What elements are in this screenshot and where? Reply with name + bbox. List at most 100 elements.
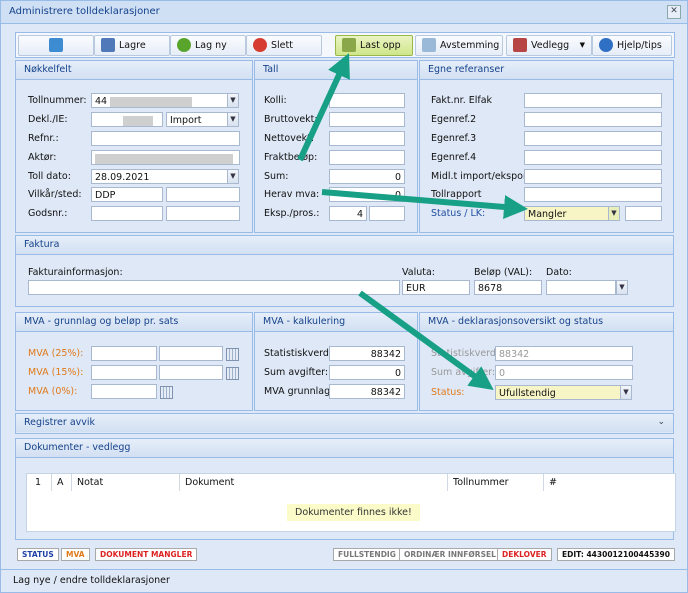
tolldato-dropdown-icon[interactable]: ▼ — [227, 169, 239, 184]
frakt-input[interactable] — [329, 150, 405, 165]
mva25-label: MVA (25%): — [28, 348, 84, 359]
vilkar-input[interactable]: DDP — [91, 187, 163, 202]
panel-nokkelfelt: Nøkkelfelt Tollnummer: 44 ▼ Dekl./IE: Im… — [15, 60, 253, 233]
mva0-grunnlag-input[interactable] — [91, 384, 157, 399]
netto-label: Nettovekt: — [264, 133, 315, 144]
fakt-input[interactable] — [524, 93, 662, 108]
mva-label: Herav mva: — [264, 189, 320, 200]
column-header[interactable]: A — [57, 474, 64, 491]
valuta-input[interactable]: EUR — [402, 280, 470, 295]
new-button[interactable]: Lag ny — [170, 35, 246, 56]
panel-title: Faktura — [16, 236, 673, 255]
lk-input[interactable] — [625, 206, 662, 221]
dato-input[interactable] — [546, 280, 616, 295]
panel-mva-deklarasjon: MVA - deklarasjonsoversikt og status Sta… — [419, 312, 674, 411]
aktor-input[interactable] — [91, 150, 240, 165]
mva0-label: MVA (0%): — [28, 386, 78, 397]
tollnummer-dropdown-icon[interactable]: ▼ — [227, 93, 239, 108]
status-lk-dropdown-icon[interactable]: ▼ — [608, 206, 620, 221]
toolbar: Lagre Lag ny Slett Last opp Avstemming V… — [15, 32, 675, 58]
save-button[interactable]: Lagre — [94, 35, 170, 56]
status-lk-select[interactable]: Mangler — [524, 206, 612, 221]
panel-title: Dokumenter - vedlegg — [16, 439, 673, 458]
kolli-label: Kolli: — [264, 95, 287, 106]
midl-input[interactable] — [524, 169, 662, 184]
mva-badge: MVA — [61, 548, 90, 561]
chevron-down-icon[interactable]: ⌄ — [657, 417, 665, 427]
refresh-button[interactable] — [18, 35, 94, 56]
vilkar-label: Vilkår/sted: — [28, 189, 82, 200]
tollnummer-input[interactable]: 44 — [91, 93, 228, 108]
sum-input[interactable]: 0 — [329, 169, 405, 184]
sted-input[interactable] — [166, 187, 240, 202]
panel-registrer-avvik[interactable]: Registrer avvik ⌄ — [15, 413, 674, 434]
ordinary-import-badge: ORDINÆR INNFØRSEL — [399, 548, 501, 561]
mva-input[interactable]: 0 — [329, 187, 405, 202]
godsnr2-input[interactable] — [166, 206, 240, 221]
eksp-label: Eksp./pros.: — [264, 208, 320, 219]
column-header[interactable]: Dokument — [185, 474, 234, 491]
calculator-icon[interactable] — [160, 386, 173, 399]
panel-mva-kalkulering: MVA - kalkulering Statistiskverdi: 88342… — [254, 312, 418, 411]
edit-badge: EDIT: 4430012100445390 — [557, 548, 675, 561]
netto-input[interactable] — [329, 131, 405, 146]
column-header[interactable]: 1 — [35, 474, 41, 491]
eksp-input[interactable]: 4 — [329, 206, 367, 221]
fakt-label: Fakt.nr. Elfak — [431, 95, 493, 106]
brutto-input[interactable] — [329, 112, 405, 127]
title-bar: Administrere tolldeklarasjoner ✕ — [1, 1, 687, 24]
valuta-label: Valuta: — [402, 267, 435, 278]
aktor-label: Aktør: — [28, 152, 57, 163]
document-missing-badge: DOKUMENT MANGLER — [95, 548, 198, 561]
calculator-icon[interactable] — [226, 348, 239, 361]
ref2-input[interactable] — [524, 112, 662, 127]
help-icon — [599, 38, 613, 52]
mva25-belop-input[interactable] — [159, 346, 223, 361]
mva15-belop-input[interactable] — [159, 365, 223, 380]
refnr-input[interactable] — [91, 131, 240, 146]
dekl-type-dropdown-icon[interactable]: ▼ — [227, 112, 239, 127]
tolldato-label: Toll dato: — [28, 171, 71, 182]
ref3-input[interactable] — [524, 131, 662, 146]
attachment-icon — [513, 38, 527, 52]
panel-title: Registrer avvik — [16, 414, 673, 432]
mva25-grunnlag-input[interactable] — [91, 346, 157, 361]
dekl-status-select[interactable]: Ufullstendig — [495, 385, 621, 400]
rapport-input[interactable] — [524, 187, 662, 202]
calculator-icon[interactable] — [226, 367, 239, 380]
tolldato-input[interactable]: 28.09.2021 — [91, 169, 228, 184]
dekl-status-dropdown-icon[interactable]: ▼ — [620, 385, 632, 400]
brutto-label: Bruttovekt: — [264, 114, 318, 125]
mva15-grunnlag-input[interactable] — [91, 365, 157, 380]
belop-input[interactable]: 8678 — [474, 280, 542, 295]
upload-button[interactable]: Last opp — [335, 35, 413, 56]
help-button[interactable]: Hjelp/tips — [592, 35, 672, 56]
column-header[interactable]: # — [549, 474, 557, 491]
dekl-stat-input[interactable]: 88342 — [495, 346, 633, 361]
reconcile-button[interactable]: Avstemming — [415, 35, 503, 56]
dekl-type-select[interactable]: Import — [166, 112, 229, 127]
fakturainfo-input[interactable] — [28, 280, 400, 295]
ref4-input[interactable] — [524, 150, 662, 165]
mva-grunnlag-input[interactable]: 88342 — [329, 384, 405, 399]
upload-icon — [342, 38, 356, 52]
attachment-button[interactable]: Vedlegg ▼ — [506, 35, 592, 56]
column-header[interactable]: Tollnummer — [453, 474, 509, 491]
godsnr-input[interactable] — [91, 206, 163, 221]
godsnr-label: Godsnr.: — [28, 208, 68, 219]
dato-dropdown-icon[interactable]: ▼ — [616, 280, 628, 295]
sum-avg-input[interactable]: 0 — [329, 365, 405, 380]
window-title: Administrere tolldeklarasjoner — [9, 6, 160, 17]
sum-avg-label: Sum avgifter: — [264, 367, 329, 378]
close-icon[interactable]: ✕ — [667, 5, 681, 19]
rapport-label: Tollrapport — [431, 189, 482, 200]
eksp2-input[interactable] — [369, 206, 405, 221]
panel-mva-grunnlag: MVA - grunnlag og beløp pr. sats MVA (25… — [15, 312, 253, 411]
dekl-input[interactable] — [91, 112, 163, 127]
dekl-sum-input[interactable]: 0 — [495, 365, 633, 380]
delete-button[interactable]: Slett — [246, 35, 322, 56]
column-header[interactable]: Notat — [77, 474, 103, 491]
stat-input[interactable]: 88342 — [329, 346, 405, 361]
dekl-sum-label: Sum avgifter: — [431, 367, 496, 378]
kolli-input[interactable] — [329, 93, 405, 108]
